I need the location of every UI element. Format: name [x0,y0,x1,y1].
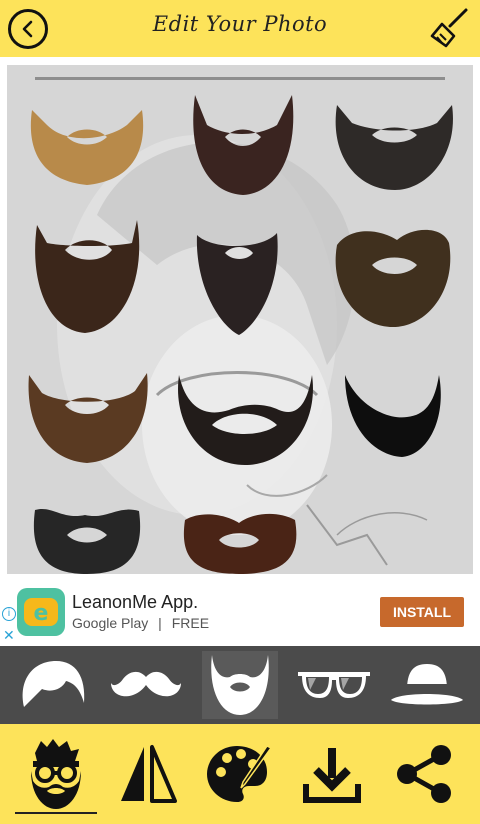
ad-subtitle: Google Play | FREE [72,615,209,631]
beard-sticker[interactable] [335,229,451,327]
hair-icon [22,661,85,707]
share-button[interactable] [384,736,464,812]
ad-banner[interactable]: i ✕ e LeanonMe App. Google Play | FREE I… [0,578,480,646]
category-bar [0,646,480,724]
ad-price: FREE [171,615,210,631]
mustache-icon [111,671,182,697]
header-bar: Edit Your Photo [0,0,480,57]
beard-sticker[interactable] [28,373,148,463]
download-icon [303,748,361,803]
category-glasses[interactable] [296,651,372,719]
bearded-man-icon [31,739,81,809]
flip-icon [121,745,177,803]
app-logo-icon: e [24,598,58,626]
beard-sticker[interactable] [183,513,297,574]
beard-sticker[interactable] [30,110,144,185]
active-tool-indicator [15,812,97,814]
photo-canvas[interactable] [7,65,473,574]
page-title: Edit Your Photo [152,12,328,36]
ad-separator: | [158,615,162,631]
category-hat[interactable] [389,651,465,719]
broom-icon [430,8,468,48]
install-button[interactable]: INSTALL [380,597,464,627]
beard-sticker[interactable] [196,233,278,335]
beard-sticker[interactable] [193,95,294,195]
svg-text:e: e [34,601,49,626]
ad-store: Google Play [72,615,149,631]
bottom-toolbar [0,724,480,824]
beard-sticker[interactable] [33,508,141,574]
ad-title[interactable]: LeanonMe App. [72,592,198,613]
category-hair[interactable] [15,651,91,719]
beard-sticker[interactable] [335,105,453,190]
stickers-tool-button[interactable] [16,736,96,812]
beard-icon [211,655,269,715]
category-beard[interactable] [201,651,278,719]
ad-close-icon[interactable]: ✕ [3,627,15,644]
beard-sticker[interactable] [345,375,441,457]
category-mustache[interactable] [108,651,184,719]
app-logo[interactable]: e [17,588,65,636]
clear-button[interactable] [428,6,472,50]
beard-sticker[interactable] [178,375,313,465]
ad-info-icon[interactable]: i [2,607,16,621]
color-button[interactable] [200,736,280,812]
editor-area [0,57,480,578]
glasses-icon [297,672,370,698]
flip-button[interactable] [108,736,188,812]
hat-icon [391,664,464,705]
palette-icon [207,745,273,802]
beard-sticker[interactable] [35,220,140,333]
share-icon [397,745,451,803]
download-button[interactable] [292,736,372,812]
